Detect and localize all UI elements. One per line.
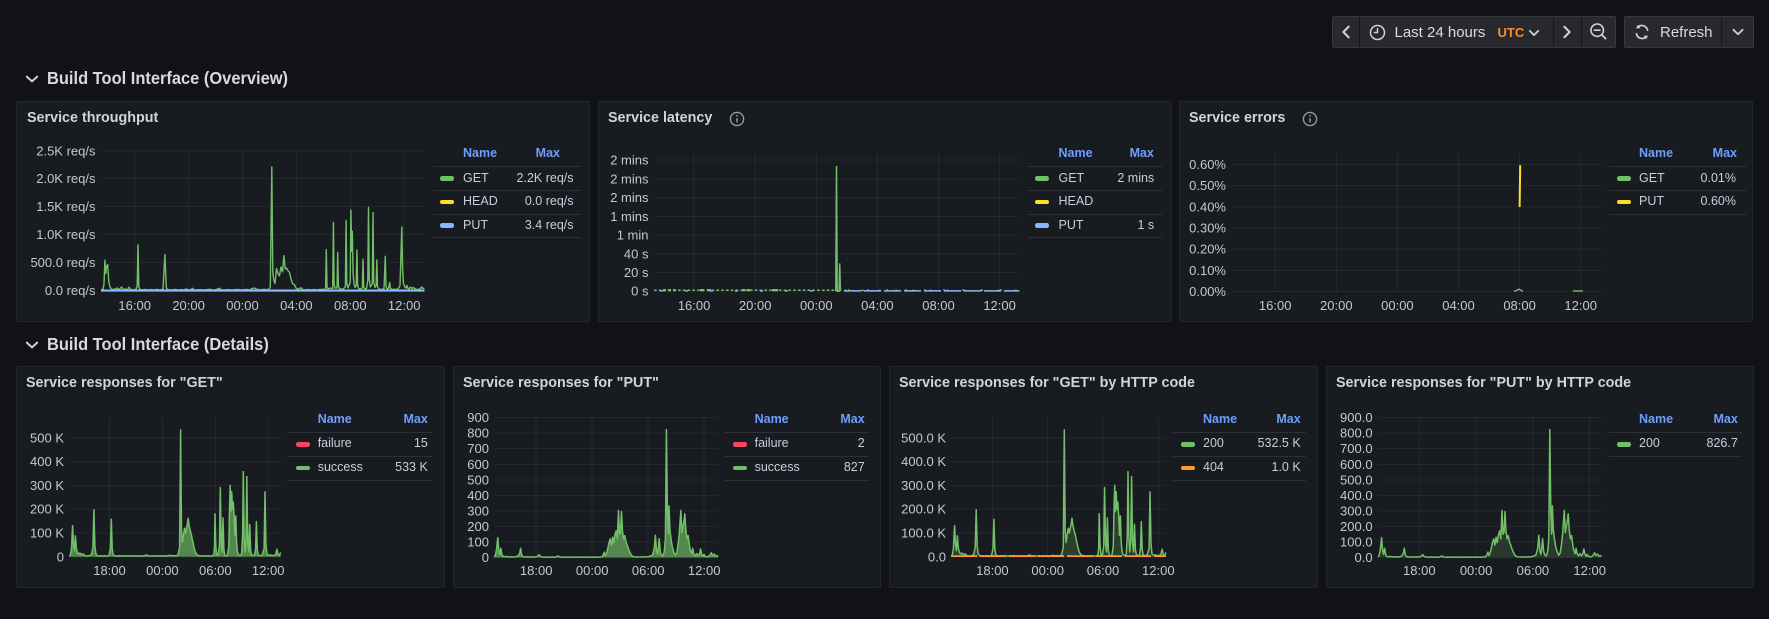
svg-text:20 s: 20 s [624, 265, 649, 280]
svg-text:1.5K req/s: 1.5K req/s [36, 199, 96, 214]
svg-text:800: 800 [467, 426, 489, 441]
svg-text:18:00: 18:00 [976, 563, 1009, 578]
svg-text:00:00: 00:00 [1460, 563, 1493, 578]
svg-text:0.20%: 0.20% [1189, 242, 1226, 257]
svg-text:06:00: 06:00 [1517, 563, 1550, 578]
svg-text:16:00: 16:00 [118, 298, 151, 313]
svg-text:12:00: 12:00 [1142, 563, 1175, 578]
svg-text:900: 900 [467, 410, 489, 425]
svg-text:18:00: 18:00 [520, 563, 553, 578]
svg-text:12:00: 12:00 [688, 563, 721, 578]
svg-text:200 K: 200 K [30, 502, 64, 517]
svg-text:0: 0 [57, 549, 64, 564]
svg-text:0.50%: 0.50% [1189, 178, 1226, 193]
svg-text:0.10%: 0.10% [1189, 263, 1226, 278]
svg-text:1 min: 1 min [617, 228, 649, 243]
svg-text:0.30%: 0.30% [1189, 221, 1226, 236]
svg-text:500: 500 [467, 472, 489, 487]
svg-text:18:00: 18:00 [1403, 563, 1436, 578]
svg-text:16:00: 16:00 [678, 298, 711, 313]
svg-text:18:00: 18:00 [93, 563, 126, 578]
svg-text:500.0 req/s: 500.0 req/s [30, 255, 96, 270]
svg-text:20:00: 20:00 [739, 298, 772, 313]
svg-text:20:00: 20:00 [1320, 298, 1353, 313]
svg-text:400: 400 [467, 488, 489, 503]
svg-text:900.0: 900.0 [1340, 410, 1373, 425]
svg-text:0.60%: 0.60% [1189, 157, 1226, 172]
svg-text:700: 700 [467, 441, 489, 456]
svg-text:2 mins: 2 mins [610, 153, 649, 168]
svg-text:300: 300 [467, 503, 489, 518]
svg-text:1 mins: 1 mins [610, 209, 649, 224]
svg-text:500 K: 500 K [30, 430, 64, 445]
svg-text:100.0 K: 100.0 K [901, 526, 946, 541]
svg-text:500.0 K: 500.0 K [901, 430, 946, 445]
svg-text:0.40%: 0.40% [1189, 199, 1226, 214]
svg-text:00:00: 00:00 [146, 563, 179, 578]
svg-text:300.0: 300.0 [1340, 503, 1373, 518]
svg-text:300.0 K: 300.0 K [901, 478, 946, 493]
svg-text:500.0: 500.0 [1340, 472, 1373, 487]
svg-text:0.00%: 0.00% [1189, 284, 1226, 299]
svg-text:00:00: 00:00 [576, 563, 609, 578]
svg-text:2.5K req/s: 2.5K req/s [36, 143, 96, 158]
svg-text:06:00: 06:00 [199, 563, 232, 578]
svg-text:12:00: 12:00 [388, 298, 421, 313]
svg-text:20:00: 20:00 [172, 298, 205, 313]
svg-text:0.0 req/s: 0.0 req/s [45, 283, 96, 298]
svg-text:04:00: 04:00 [1442, 298, 1475, 313]
svg-text:200.0: 200.0 [1340, 519, 1373, 534]
svg-text:04:00: 04:00 [861, 298, 894, 313]
svg-text:2 mins: 2 mins [610, 190, 649, 205]
svg-text:600.0: 600.0 [1340, 457, 1373, 472]
svg-text:2.0K req/s: 2.0K req/s [36, 171, 96, 186]
svg-text:100.0: 100.0 [1340, 535, 1373, 550]
svg-text:1.0K req/s: 1.0K req/s [36, 227, 96, 242]
svg-text:04:00: 04:00 [280, 298, 313, 313]
svg-text:08:00: 08:00 [1503, 298, 1536, 313]
svg-text:0.0: 0.0 [928, 549, 946, 564]
svg-text:100: 100 [467, 535, 489, 550]
svg-text:100 K: 100 K [30, 526, 64, 541]
svg-text:12:00: 12:00 [983, 298, 1016, 313]
svg-text:800.0: 800.0 [1340, 426, 1373, 441]
svg-text:40 s: 40 s [624, 246, 649, 261]
svg-text:16:00: 16:00 [1259, 298, 1292, 313]
svg-text:400.0: 400.0 [1340, 488, 1373, 503]
svg-text:0: 0 [482, 550, 489, 565]
svg-text:300 K: 300 K [30, 478, 64, 493]
svg-text:2 mins: 2 mins [610, 171, 649, 186]
svg-text:00:00: 00:00 [226, 298, 259, 313]
svg-text:00:00: 00:00 [1031, 563, 1064, 578]
svg-text:00:00: 00:00 [1381, 298, 1414, 313]
svg-text:400.0 K: 400.0 K [901, 454, 946, 469]
svg-text:12:00: 12:00 [252, 563, 285, 578]
svg-text:0 s: 0 s [631, 284, 649, 299]
svg-text:06:00: 06:00 [1087, 563, 1120, 578]
svg-text:400 K: 400 K [30, 454, 64, 469]
svg-text:0.0: 0.0 [1355, 550, 1373, 565]
svg-text:06:00: 06:00 [632, 563, 665, 578]
svg-text:00:00: 00:00 [800, 298, 833, 313]
svg-text:700.0: 700.0 [1340, 441, 1373, 456]
svg-text:200.0 K: 200.0 K [901, 502, 946, 517]
svg-text:12:00: 12:00 [1573, 563, 1606, 578]
svg-text:08:00: 08:00 [922, 298, 955, 313]
svg-text:200: 200 [467, 519, 489, 534]
svg-text:08:00: 08:00 [334, 298, 367, 313]
svg-text:12:00: 12:00 [1564, 298, 1597, 313]
svg-text:600: 600 [467, 457, 489, 472]
